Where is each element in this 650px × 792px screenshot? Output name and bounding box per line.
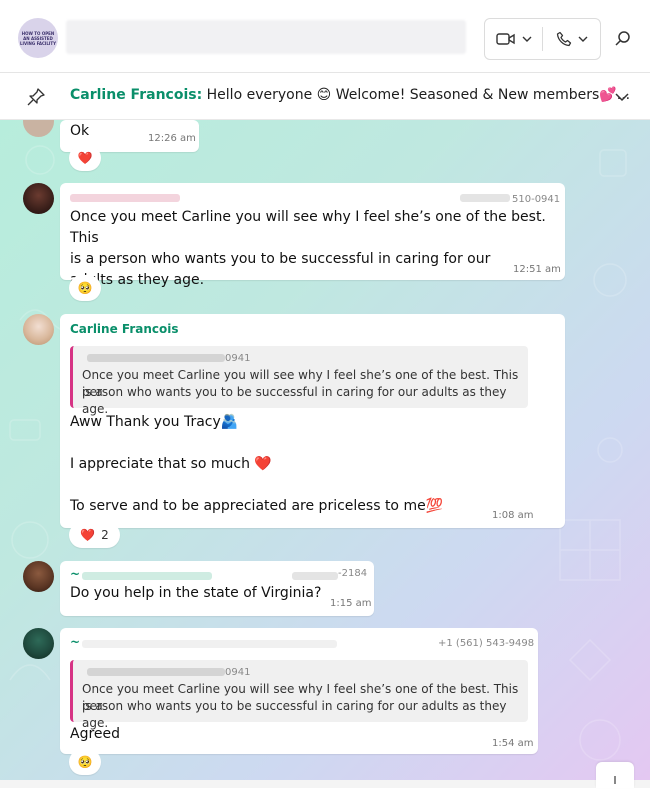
chevron-down-icon xyxy=(522,36,531,42)
heart-reaction: ❤️ xyxy=(77,151,93,165)
pleading-face-reaction: 🥺 xyxy=(77,755,93,769)
chat-header: HOW TO OPEN AN ASSISTED LIVING FACILITY xyxy=(0,0,650,73)
pinned-sender: Carline Francois: xyxy=(70,87,203,103)
chat-message-area[interactable]: Ok 12:26 am ❤️ 510-0941 Once you meet Ca… xyxy=(0,120,650,780)
scroll-indicator-icon xyxy=(614,776,616,784)
quoted-message[interactable]: 0941 Once you meet Carline you will see … xyxy=(70,660,528,730)
message-time: 1:15 am xyxy=(330,598,372,609)
quote-sender-redacted xyxy=(87,354,225,362)
reaction-badge[interactable]: ❤️ 2 xyxy=(69,522,120,548)
phone-redacted xyxy=(292,572,338,580)
phone-redacted xyxy=(460,194,510,202)
avatar[interactable] xyxy=(23,183,54,214)
sender-name: Carline Francois xyxy=(70,322,179,336)
message-text: Agreed xyxy=(70,726,121,742)
search-button[interactable] xyxy=(612,28,634,50)
chevron-down-icon xyxy=(578,36,587,42)
reaction-badge[interactable]: 🥺 xyxy=(69,749,101,775)
pin-icon xyxy=(27,88,45,106)
sender-phone: 510-0941 xyxy=(512,194,561,205)
chevron-down-icon[interactable] xyxy=(614,89,630,105)
quote-sender-redacted xyxy=(87,668,225,676)
sender-name-redacted xyxy=(82,640,337,648)
sender-phone: -2184 xyxy=(338,568,368,579)
composer-edge xyxy=(0,780,650,788)
group-avatar[interactable]: HOW TO OPEN AN ASSISTED LIVING FACILITY xyxy=(18,18,58,58)
avatar[interactable] xyxy=(23,314,54,345)
message-time: 12:51 am xyxy=(513,264,561,275)
message-time: 1:54 am xyxy=(492,738,534,749)
message-time: 1:08 am xyxy=(492,510,534,521)
reaction-count: 2 xyxy=(101,528,109,542)
heart-reaction: ❤️ xyxy=(80,528,96,542)
avatar[interactable] xyxy=(23,628,54,659)
video-call-button[interactable] xyxy=(485,19,542,59)
search-icon xyxy=(615,31,630,46)
message-bubble[interactable]: Carline Francois 0941 Once you meet Carl… xyxy=(60,314,565,528)
call-button-group xyxy=(484,18,601,60)
reaction-badge[interactable]: ❤️ xyxy=(69,145,101,171)
voice-call-button[interactable] xyxy=(543,19,600,59)
group-avatar-text: HOW TO OPEN AN ASSISTED LIVING FACILITY xyxy=(19,30,57,46)
avatar[interactable] xyxy=(23,561,54,592)
message-text: Do you help in the state of Virginia? xyxy=(70,585,322,601)
sender-phone: +1 (561) 543-9498 xyxy=(438,638,535,649)
sender-name-redacted xyxy=(70,194,180,202)
message-line: I appreciate that so much ❤️ xyxy=(70,456,272,472)
message-bubble[interactable]: ~ -2184 Do you help in the state of Virg… xyxy=(60,561,374,616)
sender-name-redacted xyxy=(82,572,212,580)
message-line: Once you meet Carline you will see why I… xyxy=(70,209,546,246)
reaction-badge[interactable]: 🥺 xyxy=(69,275,101,301)
message-line: Aww Thank you Tracy🫂 xyxy=(70,414,239,430)
quote-phone: 0941 xyxy=(225,667,251,678)
sender-prefix: ~ xyxy=(70,635,81,649)
message-time: 12:26 am xyxy=(148,133,196,144)
quote-line: person who wants you to be successful in… xyxy=(82,699,507,730)
phone-icon xyxy=(556,31,571,47)
pinned-content: Hello everyone 😊 Welcome! Seasoned & New… xyxy=(206,87,631,103)
message-bubble[interactable]: 510-0941 Once you meet Carline you will … xyxy=(60,183,565,288)
sender-prefix: ~ xyxy=(70,567,81,581)
pinned-message-text: Carline Francois: Hello everyone 😊 Welco… xyxy=(70,87,630,103)
video-camera-icon xyxy=(495,33,515,45)
message-text: Once you meet Carline you will see why I… xyxy=(70,207,560,291)
message-line: To serve and to be appreciated are price… xyxy=(70,498,444,514)
quote-phone: 0941 xyxy=(225,353,251,364)
message-line: is a person who wants you to be successf… xyxy=(70,251,491,267)
message-bubble[interactable]: ~ +1 (561) 543-9498 0941 Once you meet C… xyxy=(60,628,538,754)
pleading-face-reaction: 🥺 xyxy=(77,281,93,295)
message-text: Ok xyxy=(70,123,90,139)
group-title-redacted[interactable] xyxy=(66,20,466,54)
quoted-message[interactable]: 0941 Once you meet Carline you will see … xyxy=(70,346,528,416)
scroll-to-bottom-button[interactable] xyxy=(596,762,634,788)
pinned-message-bar[interactable]: Carline Francois: Hello everyone 😊 Welco… xyxy=(0,73,650,120)
message-line: adults as they age. xyxy=(70,272,205,288)
